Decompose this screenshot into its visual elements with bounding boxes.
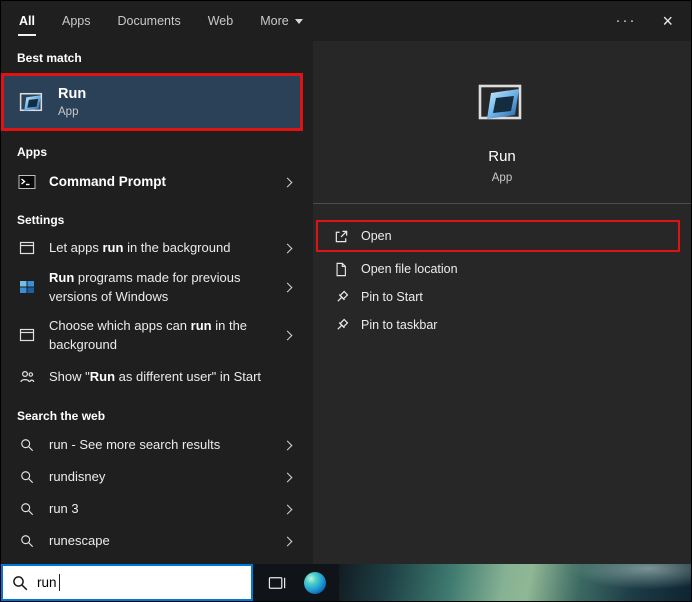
result-label: rundisney [49, 467, 284, 487]
result-setting-background-apps[interactable]: Let apps run in the background [1, 233, 303, 263]
search-icon [12, 575, 28, 591]
app-window-icon [17, 240, 37, 256]
tab-more-label: More [260, 14, 288, 28]
search-input-value: run [37, 575, 57, 590]
tab-documents[interactable]: Documents [117, 12, 180, 30]
best-match-title: Run [58, 86, 86, 102]
desktop-wallpaper [339, 564, 691, 601]
chevron-right-icon[interactable] [283, 472, 293, 482]
pin-to-start-action[interactable]: Pin to Start [313, 283, 691, 311]
preview-title: Run [488, 148, 516, 165]
result-web-see-more[interactable]: run - See more search results [1, 429, 303, 461]
pin-to-taskbar-action[interactable]: Pin to taskbar [313, 311, 691, 339]
open-icon [333, 229, 349, 244]
section-header-search-web: Search the web [1, 407, 303, 425]
chevron-right-icon[interactable] [283, 440, 293, 450]
result-preview-pane: Run App Open [313, 41, 691, 564]
result-web-runescape[interactable]: runescape [1, 525, 303, 557]
open-file-location-action[interactable]: Open file location [313, 255, 691, 283]
search-results-list: Best match Run App Apps [1, 41, 303, 564]
preview-subtitle: App [492, 172, 512, 184]
more-options-icon[interactable]: ··· [615, 16, 636, 26]
preview-actions: Open Open file location [313, 220, 691, 339]
pin-icon [333, 290, 349, 305]
annotation-highlight-best-match: Run App [1, 73, 303, 131]
compatibility-icon [17, 279, 37, 295]
filter-tabs: All Apps Documents Web More [19, 12, 303, 30]
result-setting-run-as-different-user[interactable]: Show "Run as different user" in Start [1, 359, 303, 395]
result-command-prompt[interactable]: Command Prompt [1, 165, 303, 199]
users-icon [17, 369, 37, 385]
window-controls: ··· × [615, 12, 673, 30]
result-label: Show "Run as different user" in Start [49, 367, 291, 387]
windows-search-panel: All Apps Documents Web More ··· × Best m… [0, 0, 692, 602]
edge-browser-icon[interactable] [304, 572, 326, 594]
search-icon [17, 438, 37, 452]
chevron-right-icon[interactable] [283, 243, 293, 253]
close-icon[interactable]: × [662, 12, 673, 30]
section-header-settings: Settings [1, 211, 303, 229]
result-label: run 3 [49, 499, 284, 519]
chevron-down-icon [295, 19, 303, 24]
result-label: Let apps run in the background [49, 238, 284, 258]
open-file-location-icon [333, 262, 349, 277]
result-web-rundisney[interactable]: rundisney [1, 461, 303, 493]
chevron-right-icon[interactable] [283, 177, 293, 187]
result-label: runescape [49, 531, 284, 551]
result-setting-choose-background-apps[interactable]: Choose which apps can run in the backgro… [1, 311, 303, 359]
tab-apps[interactable]: Apps [62, 12, 91, 30]
section-header-best-match: Best match [1, 49, 303, 67]
action-label: Pin to taskbar [361, 318, 437, 332]
tab-web[interactable]: Web [208, 12, 233, 30]
divider [313, 203, 691, 204]
action-label: Open [361, 229, 392, 243]
text-caret [59, 574, 60, 591]
tab-all[interactable]: All [19, 12, 35, 30]
result-label: Run programs made for previous versions … [49, 268, 284, 307]
open-action[interactable]: Open [318, 222, 678, 250]
best-match-subtitle: App [58, 106, 86, 118]
search-icon [17, 470, 37, 484]
action-label: Pin to Start [361, 290, 423, 304]
search-icon [17, 534, 37, 548]
run-app-icon-large [473, 73, 531, 131]
chevron-right-icon[interactable] [283, 536, 293, 546]
search-input[interactable]: run [1, 564, 253, 601]
action-label: Open file location [361, 262, 458, 276]
task-view-icon[interactable] [268, 574, 287, 592]
run-app-icon [17, 87, 47, 117]
taskbar [253, 564, 691, 601]
result-label: Command Prompt [49, 172, 284, 192]
pin-icon [333, 318, 349, 333]
taskbar-icons [253, 572, 339, 594]
chevron-right-icon[interactable] [283, 330, 293, 340]
tab-more[interactable]: More [260, 12, 302, 30]
result-label: Choose which apps can run in the backgro… [49, 316, 284, 355]
search-icon [17, 502, 37, 516]
section-header-apps: Apps [1, 143, 303, 161]
result-label: run - See more search results [49, 435, 284, 455]
chevron-right-icon[interactable] [283, 504, 293, 514]
app-window-icon [17, 327, 37, 343]
command-prompt-icon [17, 173, 37, 191]
result-setting-compatibility[interactable]: Run programs made for previous versions … [1, 263, 303, 311]
result-run-app[interactable]: Run App [4, 76, 300, 128]
best-match-texts: Run App [58, 86, 86, 118]
chevron-right-icon[interactable] [283, 282, 293, 292]
search-filter-bar: All Apps Documents Web More ··· × [1, 1, 691, 41]
annotation-highlight-open: Open [316, 220, 680, 252]
result-web-run-3[interactable]: run 3 [1, 493, 303, 525]
